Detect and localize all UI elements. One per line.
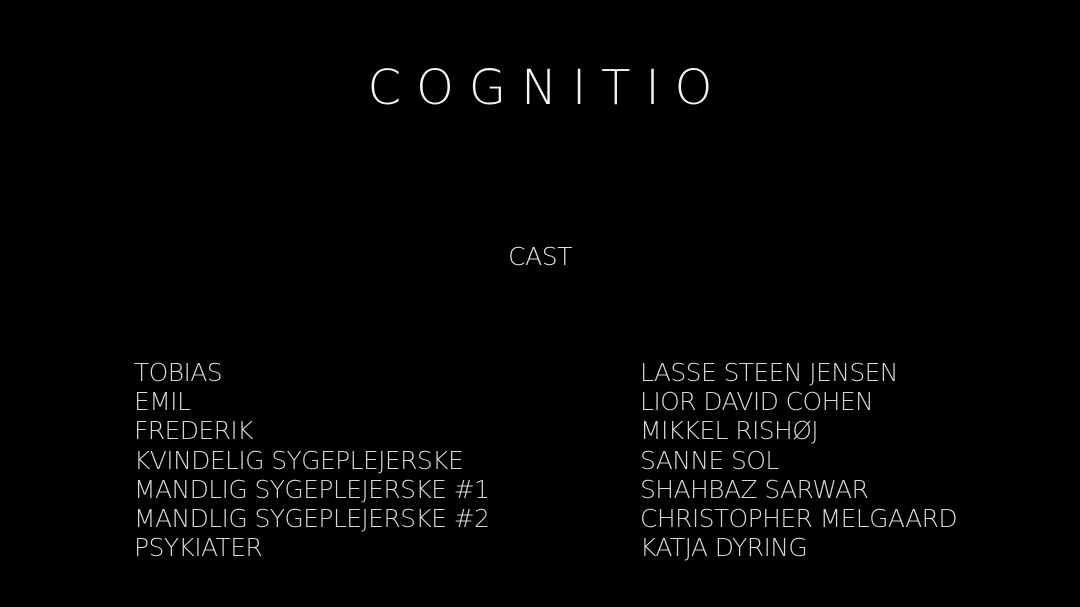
actor-name: CHRISTOPHER MELGAARD xyxy=(640,503,958,533)
actor-name: MIKKEL RISHØJ xyxy=(640,416,819,446)
role-name: PSYKIATER xyxy=(134,533,263,563)
actor-name: KATJA DYRING xyxy=(640,533,808,563)
role-name: KVINDELIG SYGEPLEJERSKE xyxy=(134,445,464,475)
actor-name: LASSE STEEN JENSEN xyxy=(640,358,899,387)
cast-heading: CAST xyxy=(508,242,572,271)
role-name: FREDERIK xyxy=(134,416,254,446)
role-name: MANDLIG SYGEPLEJERSKE #2 xyxy=(134,503,490,533)
actor-name: LIOR DAVID COHEN xyxy=(640,387,874,417)
actor-name: SANNE SOL xyxy=(640,445,779,475)
role-name: MANDLIG SYGEPLEJERSKE #1 xyxy=(134,474,490,504)
actor-name: SHAHBAZ SARWAR xyxy=(640,474,869,504)
role-name: EMIL xyxy=(134,387,191,417)
cast-roles-column: TOBIAS EMIL FREDERIK KVINDELIG SYGEPLEJE… xyxy=(134,358,490,563)
cast-actors-column: LASSE STEEN JENSEN LIOR DAVID COHEN MIKK… xyxy=(640,358,958,563)
film-title: COGNITIO xyxy=(367,60,728,116)
role-name: TOBIAS xyxy=(134,358,223,387)
